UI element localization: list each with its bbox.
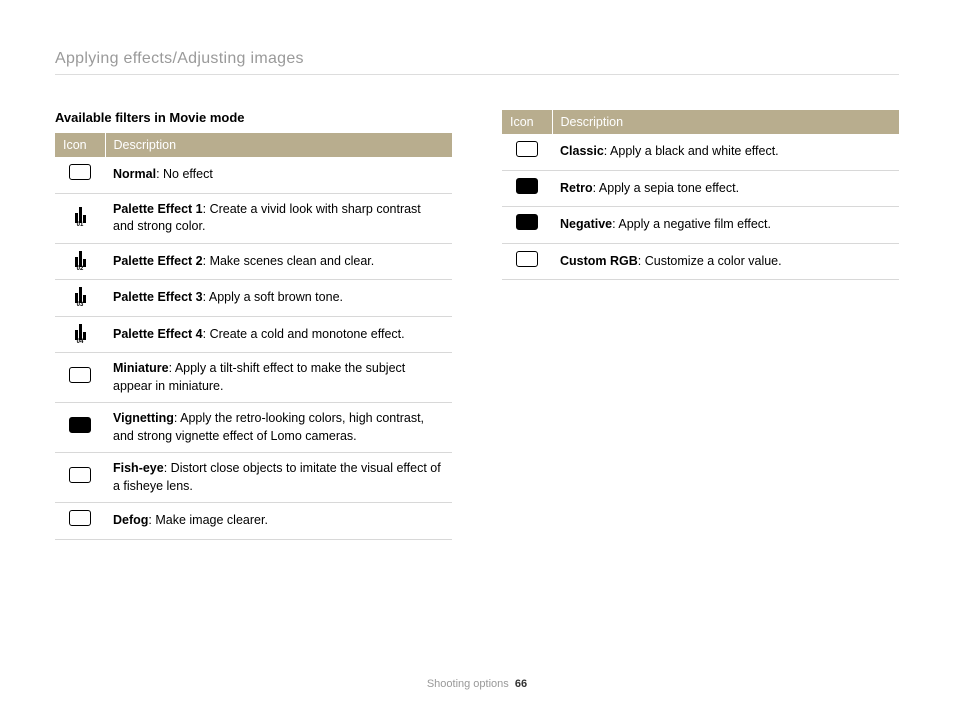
table-header-description: Description	[105, 133, 452, 157]
icon-cell: 02	[55, 243, 105, 280]
description-cell: Palette Effect 1: Create a vivid look wi…	[105, 193, 452, 243]
breadcrumb: Applying effects/Adjusting images	[55, 50, 899, 75]
icon-cell	[502, 134, 552, 170]
icon-cell: 03	[55, 280, 105, 317]
filter-description: : Create a cold and monotone effect.	[203, 327, 405, 341]
filter-description: : Apply a negative film effect.	[612, 217, 771, 231]
page-footer: Shooting options 66	[0, 678, 954, 690]
filter-name: Negative	[560, 217, 612, 231]
table-header-icon: Icon	[55, 133, 105, 157]
defog-icon	[69, 510, 91, 526]
description-cell: Retro: Apply a sepia tone effect.	[552, 170, 899, 207]
icon-cell	[55, 403, 105, 453]
page-number: 66	[515, 678, 527, 690]
section-subheading: Available filters in Movie mode	[55, 110, 452, 125]
table-row: Miniature: Apply a tilt-shift effect to …	[55, 353, 452, 403]
filter-name: Palette Effect 2	[113, 254, 203, 268]
description-cell: Vignetting: Apply the retro-looking colo…	[105, 403, 452, 453]
icon-cell	[55, 353, 105, 403]
icon-cell	[502, 207, 552, 244]
icon-cell	[55, 503, 105, 540]
classic-icon	[516, 141, 538, 157]
table-row: Defog: Make image clearer.	[55, 503, 452, 540]
footer-section: Shooting options	[427, 678, 509, 690]
description-cell: Palette Effect 2: Make scenes clean and …	[105, 243, 452, 280]
icon-cell	[55, 453, 105, 503]
custom-rgb-icon	[516, 251, 538, 267]
palette-4-icon: 04	[69, 324, 91, 345]
palette-2-icon: 02	[69, 251, 91, 272]
retro-icon	[516, 178, 538, 194]
table-row: Retro: Apply a sepia tone effect.	[502, 170, 899, 207]
filter-name: Classic	[560, 144, 604, 158]
palette-3-icon: 03	[69, 287, 91, 308]
table-header-description: Description	[552, 110, 899, 134]
table-row: 03 Palette Effect 3: Apply a soft brown t…	[55, 280, 452, 317]
table-row: Classic: Apply a black and white effect.	[502, 134, 899, 170]
filter-description: : Apply a black and white effect.	[604, 144, 779, 158]
filter-description: : Apply a sepia tone effect.	[593, 181, 739, 195]
filter-description: : Make image clearer.	[148, 513, 268, 527]
filter-name: Palette Effect 1	[113, 202, 203, 216]
icon-cell	[502, 170, 552, 207]
negative-icon	[516, 214, 538, 230]
movie-mode-filters-table-continued: Icon Description Classic: Apply a black …	[502, 110, 899, 280]
filter-name: Palette Effect 3	[113, 290, 203, 304]
filter-name: Miniature	[113, 361, 169, 375]
vignetting-icon	[69, 417, 91, 433]
filter-name: Palette Effect 4	[113, 327, 203, 341]
description-cell: Classic: Apply a black and white effect.	[552, 134, 899, 170]
filter-name: Custom RGB	[560, 254, 638, 268]
table-header-icon: Icon	[502, 110, 552, 134]
table-row: Fish-eye: Distort close objects to imita…	[55, 453, 452, 503]
fish-eye-icon	[69, 467, 91, 483]
filter-name: Defog	[113, 513, 148, 527]
filter-name: Fish-eye	[113, 461, 164, 475]
filter-description: : Customize a color value.	[638, 254, 782, 268]
icon-cell: 04	[55, 316, 105, 353]
filter-name: Retro	[560, 181, 593, 195]
description-cell: Custom RGB: Customize a color value.	[552, 243, 899, 280]
miniature-icon	[69, 367, 91, 383]
description-cell: Negative: Apply a negative film effect.	[552, 207, 899, 244]
table-row: 04 Palette Effect 4: Create a cold and mo…	[55, 316, 452, 353]
filter-name: Vignetting	[113, 411, 174, 425]
description-cell: Fish-eye: Distort close objects to imita…	[105, 453, 452, 503]
description-cell: Miniature: Apply a tilt-shift effect to …	[105, 353, 452, 403]
description-cell: Normal: No effect	[105, 157, 452, 193]
movie-mode-filters-table: Icon Description Normal: No effect 01 Pale…	[55, 133, 452, 540]
icon-cell	[502, 243, 552, 280]
icon-cell	[55, 157, 105, 193]
table-row: 02 Palette Effect 2: Make scenes clean an…	[55, 243, 452, 280]
filter-name: Normal	[113, 167, 156, 181]
normal-off-icon	[69, 164, 91, 180]
palette-1-icon: 01	[69, 207, 91, 228]
table-row: 01 Palette Effect 1: Create a vivid look …	[55, 193, 452, 243]
description-cell: Palette Effect 4: Create a cold and mono…	[105, 316, 452, 353]
filter-description: : Apply a soft brown tone.	[203, 290, 343, 304]
description-cell: Defog: Make image clearer.	[105, 503, 452, 540]
description-cell: Palette Effect 3: Apply a soft brown ton…	[105, 280, 452, 317]
table-row: Custom RGB: Customize a color value.	[502, 243, 899, 280]
table-row: Vignetting: Apply the retro-looking colo…	[55, 403, 452, 453]
table-row: Normal: No effect	[55, 157, 452, 193]
filter-description: : No effect	[156, 167, 213, 181]
filter-description: : Make scenes clean and clear.	[203, 254, 375, 268]
icon-cell: 01	[55, 193, 105, 243]
table-row: Negative: Apply a negative film effect.	[502, 207, 899, 244]
